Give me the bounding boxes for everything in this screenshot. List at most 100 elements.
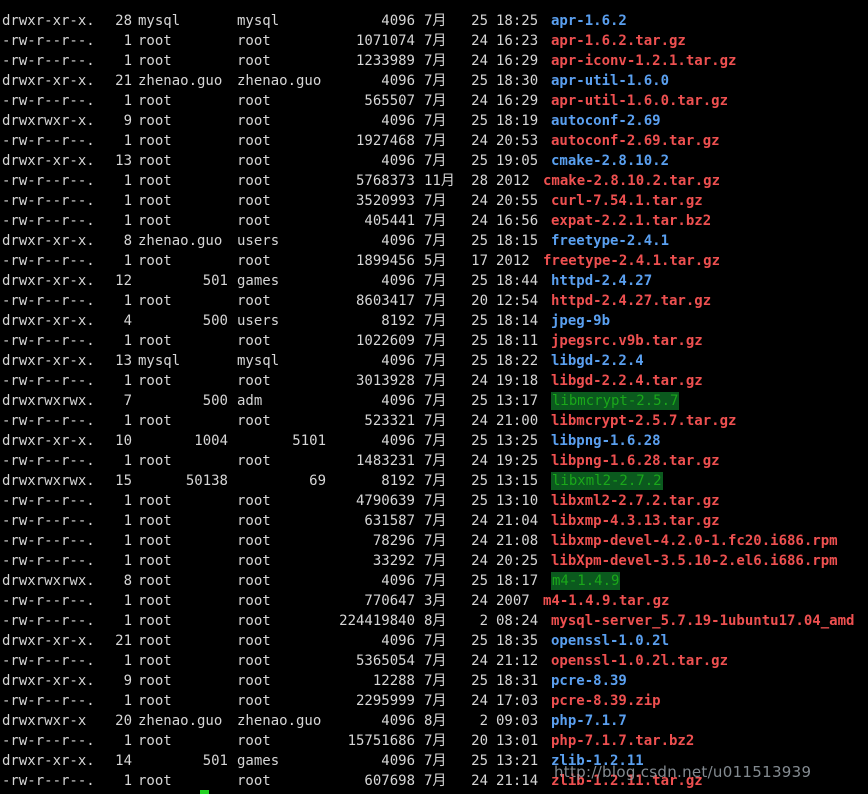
directory-name[interactable]: apr-1.6.2 — [551, 11, 627, 31]
file-name[interactable]: libxml2-2.7.2.tar.gz — [551, 491, 720, 511]
group-field: root — [237, 93, 271, 109]
listing-row: drwxrwxrwx. 8 root root 4096 7月 25 18:17 m4-1.4.… — [0, 571, 868, 591]
file-name[interactable]: php-7.1.7.tar.bz2 — [551, 731, 694, 751]
day-field: 25 — [471, 673, 488, 689]
group-field: root — [237, 653, 271, 669]
directory-name[interactable]: cmake-2.8.10.2 — [551, 151, 669, 171]
month-field: 7月 — [424, 413, 447, 429]
file-name[interactable]: httpd-2.4.27.tar.gz — [551, 291, 711, 311]
group-field: mysql — [237, 13, 280, 29]
owner-field: mysql — [138, 13, 181, 29]
owner-field: zhenao.guo — [138, 713, 223, 729]
directory-name[interactable]: pcre-8.39 — [551, 671, 627, 691]
terminal-window[interactable]: drwxr-xr-x. 28 mysql mysql 4096 7月 25 18:25 apr-… — [0, 0, 868, 794]
size-field: 2295999 — [355, 693, 415, 709]
month-field: 7月 — [424, 633, 447, 649]
directory-name[interactable]: libgd-2.2.4 — [551, 351, 644, 371]
file-name[interactable]: libxmp-devel-4.2.0-1.fc20.i686.rpm — [551, 531, 838, 551]
permissions-field: -rw-r--r--. — [2, 173, 95, 189]
file-name[interactable]: autoconf-2.69.tar.gz — [551, 131, 720, 151]
size-field: 8192 — [381, 313, 415, 329]
month-field: 7月 — [424, 133, 447, 149]
group-field: root — [237, 173, 271, 189]
file-name[interactable]: zlib-1.2.11.tar.gz — [551, 771, 703, 791]
file-name[interactable]: m4-1.4.9.tar.gz — [543, 591, 669, 611]
time-field: 18:14 — [496, 313, 539, 329]
directory-name[interactable]: php-7.1.7 — [551, 711, 627, 731]
listing-row: drwxrwxrwx. 7 500 adm 4096 7月 25 13:17 libmcrypt… — [0, 391, 868, 411]
group-field: root — [237, 493, 271, 509]
permissions-field: drwxr-xr-x. — [2, 353, 95, 369]
file-name[interactable]: apr-1.6.2.tar.gz — [551, 31, 686, 51]
listing-row: drwxr-xr-x. 13 root root 4096 7月 25 19:05 cmake-… — [0, 151, 868, 171]
group-field: root — [237, 33, 271, 49]
file-name[interactable]: cmake-2.8.10.2.tar.gz — [543, 171, 720, 191]
owner-field: root — [138, 733, 172, 749]
owner-field: root — [138, 293, 172, 309]
owner-field: root — [138, 653, 172, 669]
month-field: 7月 — [424, 753, 447, 769]
permissions-field: drwxrwxrwx. — [2, 573, 95, 589]
month-field: 7月 — [424, 553, 447, 569]
terminal-cursor — [200, 790, 209, 794]
size-field: 4096 — [381, 153, 415, 169]
size-field: 405441 — [364, 213, 415, 229]
group-field: root — [237, 453, 271, 469]
file-name[interactable]: libgd-2.2.4.tar.gz — [551, 371, 703, 391]
time-field: 21:00 — [496, 413, 539, 429]
file-name[interactable]: apr-iconv-1.2.1.tar.gz — [551, 51, 736, 71]
permissions-field: -rw-r--r--. — [2, 733, 95, 749]
time-field: 20:55 — [496, 193, 539, 209]
file-name[interactable]: libmcrypt-2.5.7.tar.gz — [551, 411, 736, 431]
owner-field: 500 — [202, 313, 228, 329]
listing-row: -rw-r--r--. 1 root root 607698 7月 24 21:14 zlib-… — [0, 771, 868, 791]
permissions-field: -rw-r--r--. — [2, 553, 95, 569]
time-field: 09:03 — [496, 713, 539, 729]
owner-field: root — [138, 593, 172, 609]
permissions-field: -rw-r--r--. — [2, 133, 95, 149]
file-name[interactable]: curl-7.54.1.tar.gz — [551, 191, 703, 211]
owner-field: root — [138, 193, 172, 209]
time-field: 19:25 — [496, 453, 539, 469]
file-name[interactable]: expat-2.2.1.tar.bz2 — [551, 211, 711, 231]
permissions-field: -rw-r--r--. — [2, 613, 95, 629]
month-field: 7月 — [424, 673, 447, 689]
file-name[interactable]: pcre-8.39.zip — [551, 691, 661, 711]
directory-name[interactable]: libpng-1.6.28 — [551, 431, 661, 451]
time-field: 21:08 — [496, 533, 539, 549]
link-count-field: 15 — [115, 473, 132, 489]
permissions-field: -rw-r--r--. — [2, 373, 95, 389]
file-name[interactable]: openssl-1.0.2l.tar.gz — [551, 651, 728, 671]
month-field: 8月 — [424, 713, 447, 729]
day-field: 17 — [471, 253, 488, 269]
directory-name[interactable]: libxml2-2.7.2 — [551, 472, 663, 490]
file-name[interactable]: libXpm-devel-3.5.10-2.el6.i686.rpm — [551, 551, 838, 571]
size-field: 4096 — [381, 273, 415, 289]
file-name[interactable]: freetype-2.4.1.tar.gz — [543, 251, 720, 271]
directory-name[interactable]: apr-util-1.6.0 — [551, 71, 669, 91]
directory-name[interactable]: httpd-2.4.27 — [551, 271, 652, 291]
directory-name[interactable]: autoconf-2.69 — [551, 111, 661, 131]
group-field: root — [237, 53, 271, 69]
file-name[interactable]: mysql-server_5.7.19-1ubuntu17.04_amd — [551, 611, 854, 631]
group-field: root — [237, 573, 271, 589]
file-name[interactable]: jpegsrc.v9b.tar.gz — [551, 331, 703, 351]
day-field: 24 — [471, 513, 488, 529]
group-field: users — [237, 313, 280, 329]
link-count-field: 10 — [115, 433, 132, 449]
file-name[interactable]: libxmp-4.3.13.tar.gz — [551, 511, 720, 531]
file-name[interactable]: apr-util-1.6.0.tar.gz — [551, 91, 728, 111]
directory-name[interactable]: libmcrypt-2.5.7 — [551, 392, 680, 410]
time-field: 19:05 — [496, 153, 539, 169]
day-field: 20 — [471, 293, 488, 309]
directory-name[interactable]: m4-1.4.9 — [551, 572, 621, 590]
directory-name[interactable]: jpeg-9b — [551, 311, 610, 331]
directory-name[interactable]: freetype-2.4.1 — [551, 231, 669, 251]
file-name[interactable]: libpng-1.6.28.tar.gz — [551, 451, 720, 471]
link-count-field: 12 — [115, 273, 132, 289]
group-field: root — [237, 373, 271, 389]
group-field: root — [237, 513, 271, 529]
month-field: 7月 — [424, 733, 447, 749]
directory-name[interactable]: openssl-1.0.2l — [551, 631, 669, 651]
directory-name[interactable]: zlib-1.2.11 — [551, 751, 644, 771]
